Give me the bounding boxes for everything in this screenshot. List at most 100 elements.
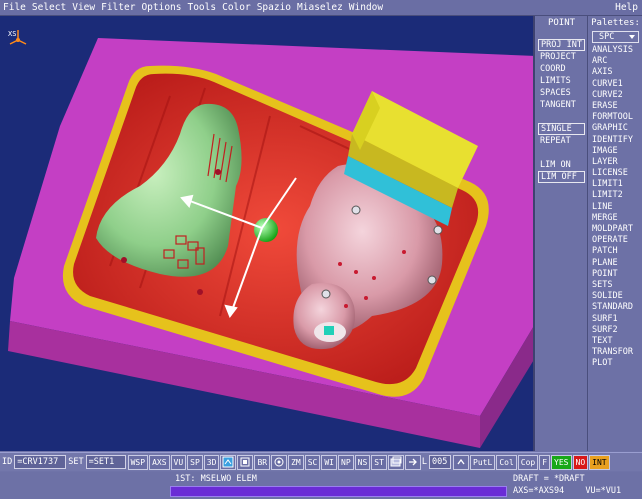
palette-patch[interactable]: PATCH <box>589 246 642 257</box>
no-button[interactable]: NO <box>572 454 589 470</box>
option-lim-off[interactable]: LIM OFF <box>538 171 585 183</box>
palette-point[interactable]: POINT <box>589 269 642 280</box>
3d-button[interactable]: 3D <box>203 454 220 470</box>
yes-button[interactable]: YES <box>551 454 572 470</box>
palette-surf1[interactable]: SURF1 <box>589 314 642 325</box>
palette-solide[interactable]: SOLIDE <box>589 291 642 302</box>
bottom-toolbar: ID =CRV1737 SET =SET1 WSP AXS VU SP 3D B… <box>0 452 642 471</box>
axs-readout: AXS=*AXS94 <box>513 486 565 496</box>
option-lim-on[interactable]: LIM ON <box>538 159 585 171</box>
palette-moldpart[interactable]: MOLDPART <box>589 224 642 235</box>
point-panel-title: POINT <box>547 18 576 28</box>
status-area: 1ST: MSELWO ELEM DRAFT = *DRAFT AXS=*AXS… <box>0 472 642 499</box>
option-limits[interactable]: LIMITS <box>538 75 585 87</box>
palette-formtool[interactable]: FORMTOOL <box>589 112 642 123</box>
palette-curve1[interactable]: CURVE1 <box>589 79 642 90</box>
palette-layer[interactable]: LAYER <box>589 157 642 168</box>
putl-button[interactable]: PutL <box>470 454 496 470</box>
palette-line[interactable]: LINE <box>589 202 642 213</box>
layer-label: L <box>421 457 428 467</box>
palette-surf2[interactable]: SURF2 <box>589 325 642 336</box>
menu-tools[interactable]: Tools <box>187 2 216 13</box>
zm-button[interactable]: ZM <box>288 454 304 470</box>
option-repeat[interactable]: REPEAT <box>538 135 585 147</box>
menu-spazio[interactable]: Spazio <box>257 2 291 13</box>
set-label: SET <box>68 457 84 467</box>
prompt-message: 1ST: MSELWO ELEM <box>175 474 257 484</box>
palette-erase[interactable]: ERASE <box>589 101 642 112</box>
palette-curve2[interactable]: CURVE2 <box>589 90 642 101</box>
option-project[interactable]: PROJECT <box>538 51 585 63</box>
menu-color[interactable]: Color <box>222 2 251 13</box>
axs-button[interactable]: AXS <box>149 454 170 470</box>
command-input-bar[interactable] <box>170 486 507 497</box>
wi-button[interactable]: WI <box>321 454 337 470</box>
option-proj-int[interactable]: PROJ INT <box>538 39 585 51</box>
palette-standard[interactable]: STANDARD <box>589 302 642 313</box>
cyan-insert-small <box>324 326 334 335</box>
pin-3 <box>215 169 221 175</box>
br-button[interactable]: BR <box>254 454 271 470</box>
pin-2 <box>197 289 203 295</box>
option-spaces[interactable]: SPACES <box>538 87 585 99</box>
arrow-right-icon[interactable] <box>404 454 421 470</box>
redraw-icon[interactable] <box>271 454 288 470</box>
fit-view-icon[interactable] <box>237 454 254 470</box>
palette-sets[interactable]: SETS <box>589 280 642 291</box>
col-button[interactable]: Col <box>496 454 517 470</box>
option-coord[interactable]: COORD <box>538 63 585 75</box>
id-label: ID <box>2 457 13 467</box>
ns-button[interactable]: NS <box>354 454 371 470</box>
st-button[interactable]: ST <box>371 454 387 470</box>
palette-limit2[interactable]: LIMIT2 <box>589 190 642 201</box>
menu-help[interactable]: Help <box>615 2 638 13</box>
view-cube-icon[interactable] <box>220 454 237 470</box>
int-button[interactable]: INT <box>589 454 610 470</box>
draft-readout: DRAFT = *DRAFT <box>513 474 585 484</box>
layer-up-icon[interactable] <box>453 454 470 470</box>
menu-options[interactable]: Options <box>141 2 181 13</box>
palette-axis[interactable]: AXIS <box>589 67 642 78</box>
palette-operate[interactable]: OPERATE <box>589 235 642 246</box>
mold-model-view: XS <box>8 30 533 448</box>
palette-arc[interactable]: ARC <box>589 56 642 67</box>
palette-selector[interactable]: SPC <box>592 31 639 43</box>
palette-merge[interactable]: MERGE <box>589 213 642 224</box>
layer-stack-icon[interactable] <box>387 454 404 470</box>
sc-button[interactable]: SC <box>304 454 321 470</box>
layer-field[interactable]: 005 <box>429 455 452 469</box>
palette-limit1[interactable]: LIMIT1 <box>589 179 642 190</box>
np-button[interactable]: NP <box>338 454 354 470</box>
palette-transfor[interactable]: TRANSFOR <box>589 347 642 358</box>
palettes-title: Palettes: <box>591 18 640 28</box>
palette-text[interactable]: TEXT <box>589 336 642 347</box>
menu-miaselez[interactable]: Miaselez <box>297 2 343 13</box>
wsp-button[interactable]: WSP <box>127 454 149 470</box>
menu-bar: File Select View Filter Options Tools Co… <box>0 0 642 16</box>
menu-filter[interactable]: Filter <box>101 2 135 13</box>
option-single[interactable]: SINGLE <box>538 123 585 135</box>
option-tangent[interactable]: TANGENT <box>538 99 585 111</box>
pin-1 <box>121 257 127 263</box>
palette-plane[interactable]: PLANE <box>589 258 642 269</box>
graphics-viewport[interactable]: XS <box>0 16 535 451</box>
id-field[interactable]: =CRV1737 <box>14 455 67 469</box>
palettes-panel: Palettes: SPC ANALYSIS ARC AXIS CURVE1 C… <box>589 16 642 451</box>
palette-graphic[interactable]: GRAPHIC <box>589 123 642 134</box>
f-button[interactable]: F <box>539 454 551 470</box>
palette-license[interactable]: LICENSE <box>589 168 642 179</box>
palette-plot[interactable]: PLOT <box>589 358 642 369</box>
point-options-panel: POINT PROJ INT PROJECT COORD LIMITS SPAC… <box>536 16 588 451</box>
palette-image[interactable]: IMAGE <box>589 146 642 157</box>
vu-button[interactable]: VU <box>170 454 187 470</box>
menu-window[interactable]: Window <box>349 2 383 13</box>
cop-button[interactable]: Cop <box>517 454 539 470</box>
palette-analysis[interactable]: ANALYSIS <box>589 45 642 56</box>
menu-select[interactable]: Select <box>32 2 66 13</box>
set-field[interactable]: =SET1 <box>85 455 126 469</box>
menu-view[interactable]: View <box>72 2 95 13</box>
menu-file[interactable]: File <box>3 2 26 13</box>
palette-identify[interactable]: IDENTIFY <box>589 135 642 146</box>
axis-label: XS <box>8 30 16 38</box>
sp-button[interactable]: SP <box>187 454 203 470</box>
